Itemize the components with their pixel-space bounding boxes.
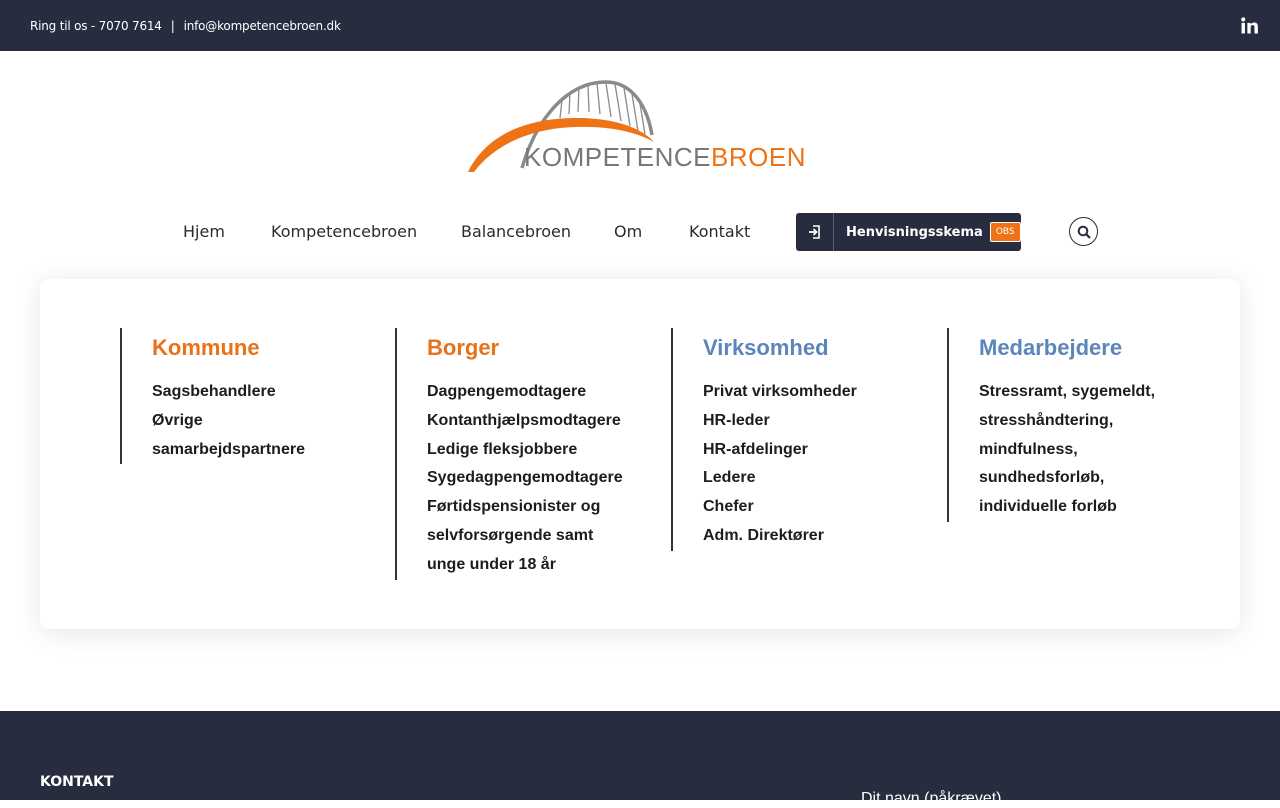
column-medarbejdere: Medarbejdere Stressramt, sygemeldt, stre… [947, 328, 1155, 522]
list-item: mindfulness, [979, 440, 1078, 458]
sign-in-icon [796, 213, 834, 251]
column-virksomhed: Virksomhed Privat virksomheder HR-leder … [671, 328, 857, 551]
list-item: Stressramt, sygemeldt, [979, 383, 1156, 400]
column-title: Medarbejdere [979, 335, 1123, 360]
list-item: Øvrige [152, 411, 203, 429]
list-item: HR-leder [703, 411, 770, 429]
column-borger: Borger Dagpengemodtagere Kontanthjælpsmo… [395, 328, 623, 580]
logo-wordmark: KOMPETENCEBROEN [524, 142, 806, 173]
footer: KONTAKT Dit navn (påkrævet) [0, 711, 1280, 807]
list-item: Førtidspensionister og [427, 498, 601, 516]
column-title: Kommune [152, 335, 260, 360]
column-list: Sagsbehandlere Øvrige samarbejdspartnere [152, 378, 305, 464]
nav-item-kontakt[interactable]: Kontakt [689, 213, 750, 251]
search-icon[interactable] [1069, 217, 1098, 246]
target-groups-card: Kommune Sagsbehandlere Øvrige samarbejds… [40, 279, 1240, 629]
column-list: Stressramt, sygemeldt, stresshåndtering,… [979, 378, 1155, 522]
list-item: Sygedagpengemodtagere [427, 469, 623, 487]
list-item: samarbejdspartnere [152, 440, 305, 458]
nav-item-om[interactable]: Om [614, 213, 642, 251]
list-item: HR-afdelinger [703, 440, 808, 458]
logo-text-part1: KOMPETENCE [524, 142, 712, 172]
list-item: individuelle forløb [979, 498, 1117, 516]
nav-item-hjem[interactable]: Hjem [183, 213, 225, 251]
list-item: stresshåndtering, [979, 411, 1114, 429]
phone-text: Ring til os - 7070 7614 [30, 18, 162, 33]
linkedin-icon[interactable] [1240, 17, 1258, 35]
column-title: Borger [427, 335, 500, 360]
contact-info: Ring til os - 7070 7614 | info@kompetenc… [30, 19, 341, 33]
list-item: sundhedsforløb, [979, 469, 1105, 487]
list-item: Kontanthjælpsmodtagere [427, 411, 621, 429]
list-item: Dagpengemodtagere [427, 383, 587, 400]
nav-item-kompetencebroen[interactable]: Kompetencebroen [271, 213, 417, 251]
main-nav: Hjem Kompetencebroen Balancebroen Om Kon… [0, 213, 1280, 251]
email-link[interactable]: info@kompetencebroen.dk [184, 19, 341, 33]
obs-badge: OBS [989, 222, 1021, 242]
logo-text-part2: BROEN [711, 142, 806, 172]
list-item: Chefer [703, 498, 754, 516]
list-item: Ledere [703, 469, 756, 487]
name-field-label: Dit navn (påkrævet) [861, 790, 1002, 807]
list-item: Adm. Direktører [703, 526, 824, 544]
site-logo[interactable]: KOMPETENCEBROEN [466, 80, 816, 176]
list-item: Privat virksomheder [703, 383, 857, 400]
column-title: Virksomhed [703, 335, 829, 360]
list-item: Ledige fleksjobbere [427, 440, 578, 458]
column-list: Privat virksomheder HR-leder HR-afdeling… [703, 378, 857, 551]
column-list: Dagpengemodtagere Kontanthjælpsmodtagere… [427, 378, 623, 580]
nav-item-balancebroen[interactable]: Balancebroen [461, 213, 571, 251]
referral-form-button[interactable]: Henvisningsskema OBS [796, 213, 1021, 251]
top-bar: Ring til os - 7070 7614 | info@kompetenc… [0, 0, 1280, 51]
list-item: selvforsørgende samt [427, 526, 594, 544]
separator: | [170, 18, 175, 33]
referral-label: Henvisningsskema [846, 224, 983, 240]
list-item: Sagsbehandlere [152, 383, 276, 400]
list-item: unge under 18 år [427, 555, 556, 573]
column-kommune: Kommune Sagsbehandlere Øvrige samarbejds… [120, 328, 305, 465]
footer-title: KONTAKT [40, 774, 114, 790]
